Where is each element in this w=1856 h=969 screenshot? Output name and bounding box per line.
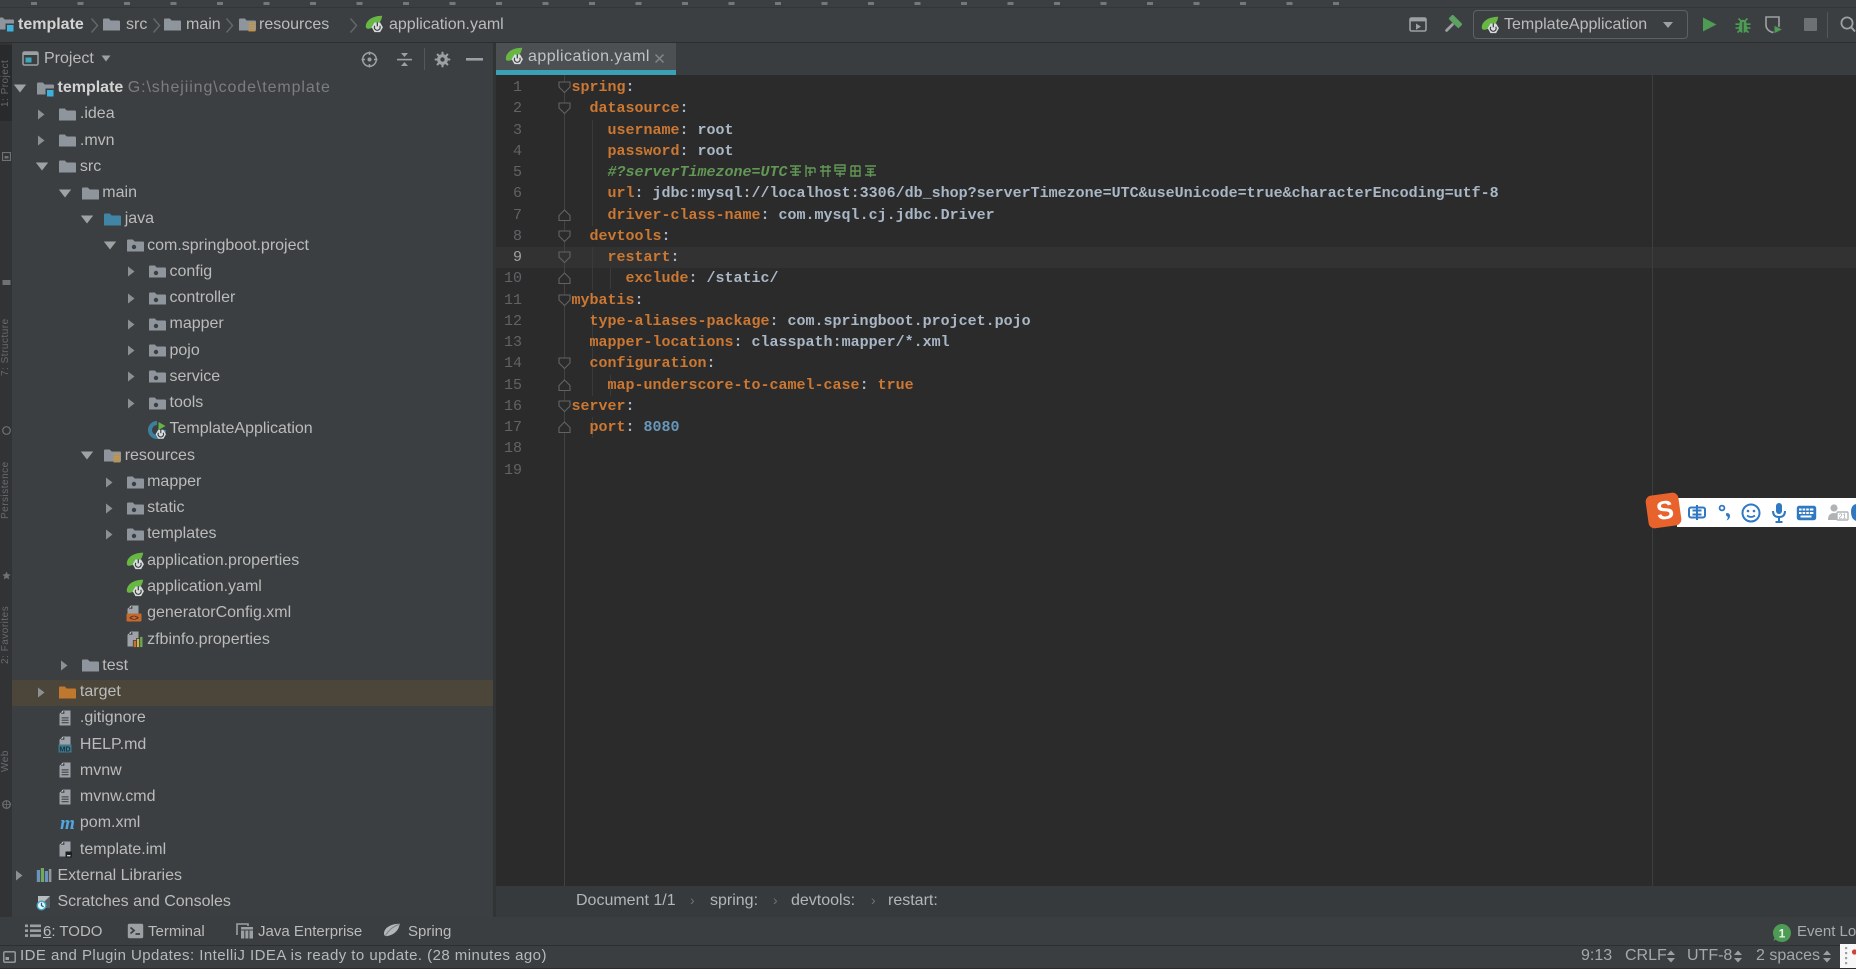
- svg-text:21: 21: [1839, 514, 1847, 521]
- svg-text:<>: <>: [129, 614, 139, 622]
- svg-text:1: 1: [1779, 927, 1786, 941]
- svg-text:MD: MD: [60, 744, 71, 753]
- svg-text:m: m: [61, 815, 76, 832]
